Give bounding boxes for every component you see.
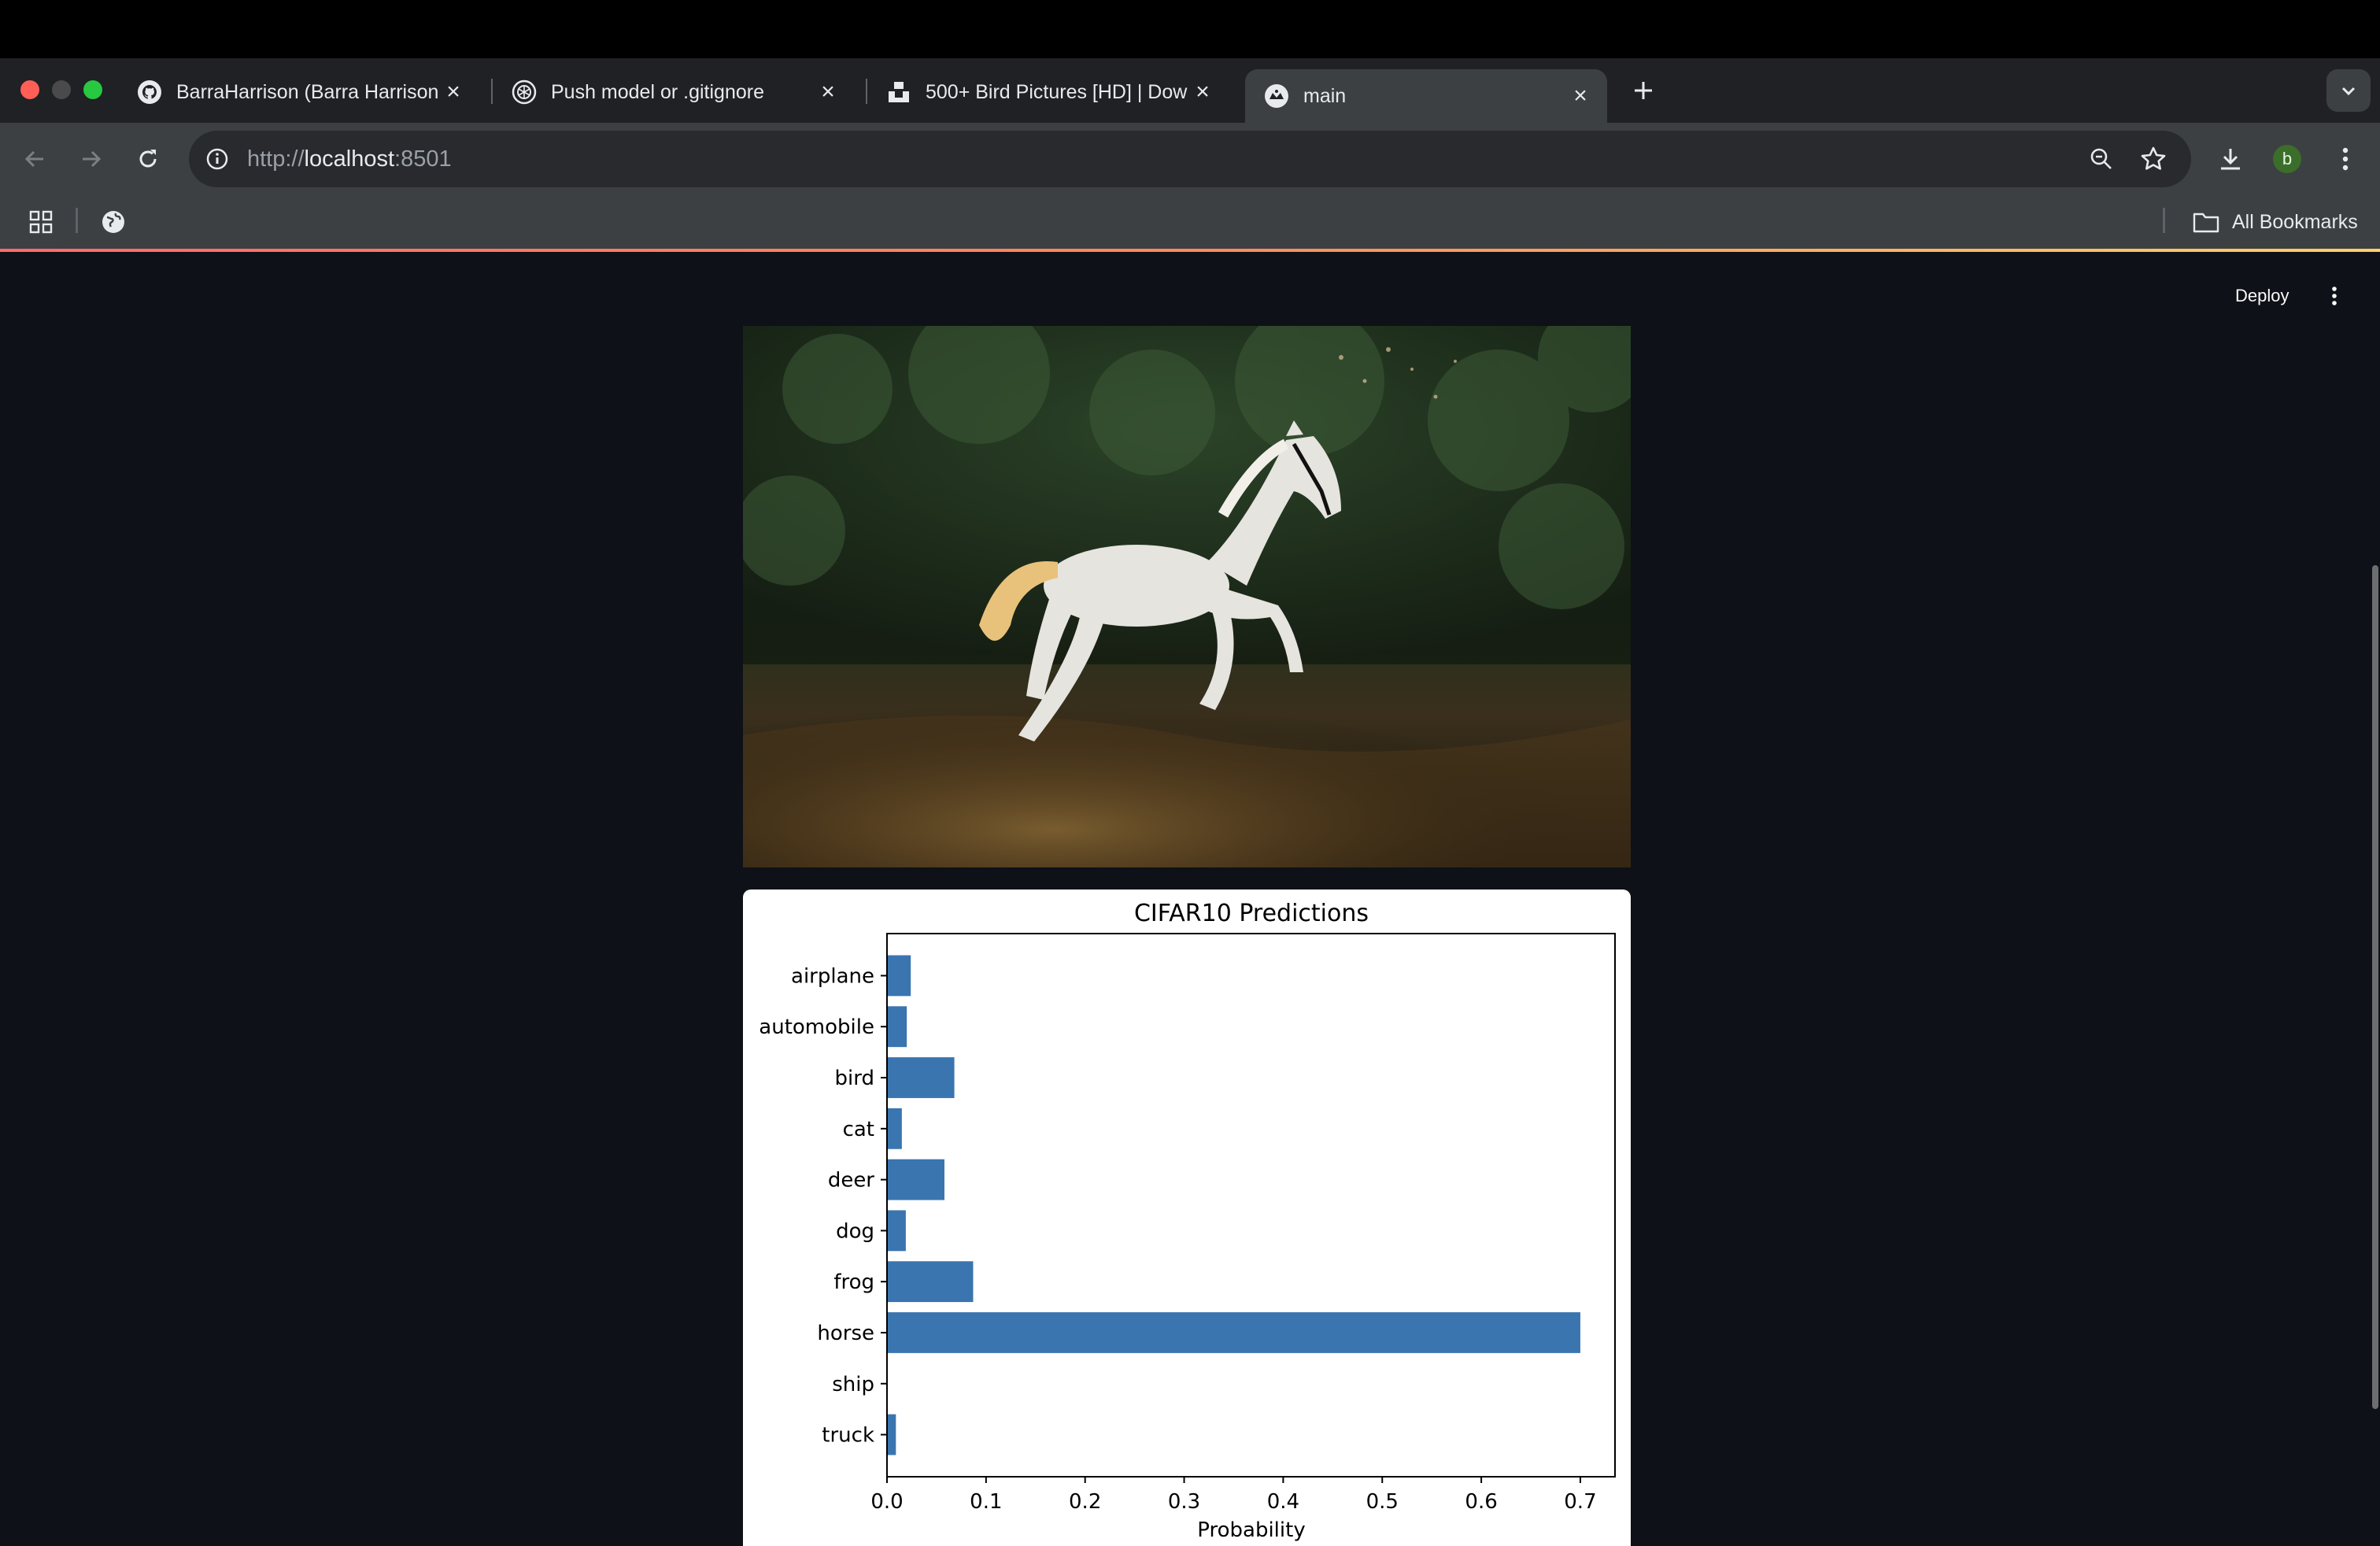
openai-icon bbox=[512, 80, 537, 105]
unsplash-icon bbox=[886, 80, 911, 105]
tab-title: main bbox=[1303, 84, 1347, 107]
bar-bird bbox=[887, 1057, 955, 1098]
folder-icon bbox=[2193, 213, 2219, 233]
uploaded-horse-image bbox=[743, 326, 1631, 867]
browser-window: BarraHarrison (Barra Harrison × Push mod… bbox=[0, 0, 2380, 1546]
bookmark-star-icon[interactable] bbox=[2134, 140, 2172, 178]
prediction-chart: CIFAR10 Predictions Probability airplane… bbox=[743, 890, 1631, 1546]
y-tick-label: dog bbox=[836, 1219, 874, 1243]
arrow-left-icon bbox=[24, 150, 43, 168]
url-host: localhost bbox=[304, 146, 395, 172]
y-tick-label: horse bbox=[817, 1322, 874, 1345]
close-icon[interactable]: × bbox=[815, 79, 841, 105]
x-axis-label: Probability bbox=[1197, 1518, 1305, 1542]
x-tick-label: 0.0 bbox=[870, 1490, 903, 1514]
browser-menu-icon[interactable] bbox=[2326, 140, 2364, 178]
bar-frog bbox=[887, 1261, 974, 1303]
github-icon bbox=[137, 80, 162, 105]
globe-icon[interactable] bbox=[94, 203, 132, 241]
close-icon[interactable]: × bbox=[441, 79, 466, 105]
y-tick-label: ship bbox=[832, 1373, 874, 1396]
tab-github[interactable]: BarraHarrison (Barra Harrison × bbox=[118, 69, 480, 115]
x-tick-label: 0.1 bbox=[970, 1490, 1002, 1514]
bar-cat bbox=[887, 1108, 902, 1149]
minimize-window-button[interactable] bbox=[52, 80, 71, 99]
maximize-window-button[interactable] bbox=[83, 80, 102, 99]
bar-automobile bbox=[887, 1006, 907, 1048]
axes-frame bbox=[886, 933, 1616, 1478]
deploy-button[interactable]: Deploy bbox=[2235, 280, 2289, 312]
tab-title: BarraHarrison (Barra Harrison bbox=[176, 80, 439, 103]
x-tick-label: 0.4 bbox=[1267, 1490, 1299, 1514]
tab-title: Push model or .gitignore bbox=[551, 80, 764, 103]
chart-title: CIFAR10 Predictions bbox=[1134, 900, 1369, 927]
tab-unsplash[interactable]: 500+ Bird Pictures [HD] | Dow × bbox=[867, 69, 1229, 115]
bar-horse bbox=[887, 1312, 1580, 1353]
tab-title: 500+ Bird Pictures [HD] | Dow bbox=[926, 80, 1188, 103]
back-button[interactable] bbox=[16, 140, 54, 178]
arrow-right-icon bbox=[83, 150, 102, 168]
reload-button[interactable] bbox=[129, 140, 167, 178]
x-tick-label: 0.6 bbox=[1465, 1490, 1497, 1514]
new-tab-button[interactable] bbox=[1628, 75, 1659, 106]
tab-main[interactable]: main × bbox=[1245, 69, 1607, 123]
x-tick-label: 0.2 bbox=[1069, 1490, 1101, 1514]
tab-chatgpt[interactable]: Push model or .gitignore × bbox=[493, 69, 855, 115]
x-tick-label: 0.3 bbox=[1168, 1490, 1200, 1514]
reload-icon bbox=[139, 150, 157, 168]
close-icon[interactable]: × bbox=[1568, 83, 1593, 109]
y-tick-label: bird bbox=[835, 1067, 874, 1090]
url-text[interactable]: http://localhost:8501 bbox=[247, 146, 452, 172]
chevron-down-icon bbox=[2341, 87, 2356, 96]
y-tick-label: deer bbox=[828, 1169, 874, 1193]
close-icon[interactable]: × bbox=[1190, 79, 1215, 105]
forward-button[interactable] bbox=[72, 140, 110, 178]
y-tick-label: frog bbox=[833, 1270, 874, 1294]
url-scheme: http:// bbox=[247, 146, 305, 172]
bar-dog bbox=[887, 1210, 906, 1252]
plus-icon bbox=[1635, 82, 1652, 99]
system-menu-bar bbox=[0, 0, 2380, 58]
app-menu-icon[interactable] bbox=[2319, 280, 2350, 312]
bookmark-separator bbox=[76, 208, 78, 233]
bookmark-separator bbox=[2163, 208, 2165, 233]
url-port: :8501 bbox=[394, 146, 452, 172]
y-tick-label: truck bbox=[822, 1424, 874, 1448]
address-bar[interactable] bbox=[189, 131, 2191, 187]
y-tick-label: automobile bbox=[759, 1015, 874, 1039]
close-window-button[interactable] bbox=[20, 80, 39, 99]
bookmarks-bar bbox=[0, 195, 2380, 249]
bar-airplane bbox=[887, 955, 911, 997]
bar-truck bbox=[887, 1414, 896, 1455]
all-bookmarks-label: All Bookmarks bbox=[2232, 210, 2358, 233]
apps-grid-icon[interactable] bbox=[22, 203, 60, 241]
y-tick-label: cat bbox=[843, 1118, 874, 1141]
y-tick-label: airplane bbox=[791, 964, 874, 988]
download-icon[interactable] bbox=[2212, 140, 2249, 178]
page-scrollbar[interactable] bbox=[2372, 565, 2378, 1409]
all-bookmarks-button[interactable]: All Bookmarks bbox=[2193, 208, 2358, 236]
streamlit-icon bbox=[1264, 83, 1289, 109]
bar-deer bbox=[887, 1159, 944, 1200]
x-tick-label: 0.5 bbox=[1366, 1490, 1399, 1514]
zoom-icon[interactable] bbox=[2082, 140, 2120, 178]
site-info-icon[interactable] bbox=[203, 145, 231, 173]
x-tick-label: 0.7 bbox=[1564, 1490, 1596, 1514]
tab-search-button[interactable] bbox=[2326, 69, 2371, 112]
profile-avatar[interactable]: b bbox=[2273, 145, 2301, 173]
